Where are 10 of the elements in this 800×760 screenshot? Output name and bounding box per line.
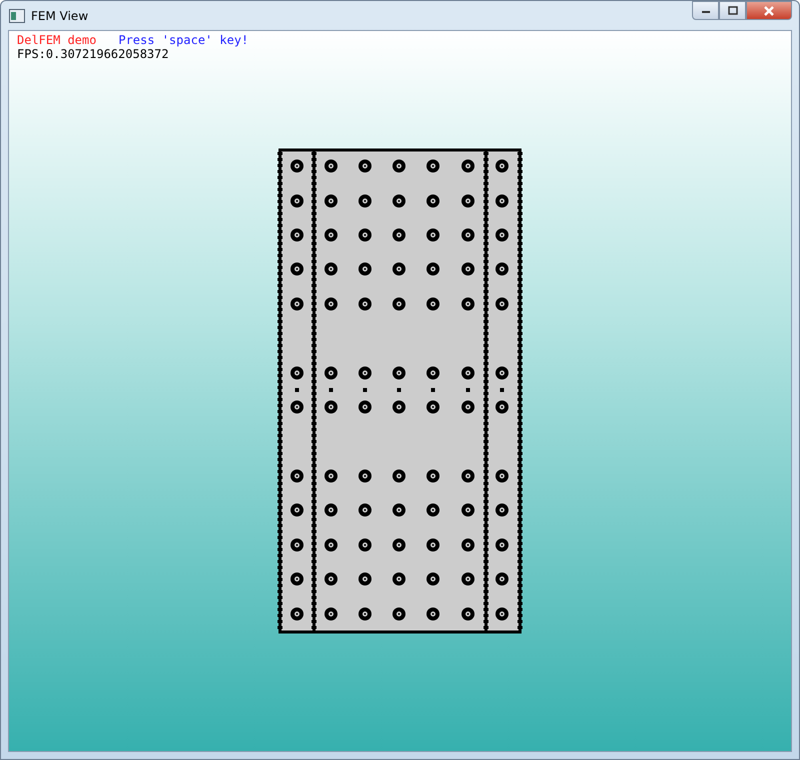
minimize-button[interactable] <box>692 1 719 20</box>
maximize-icon <box>728 6 738 15</box>
maximize-button[interactable] <box>719 1 746 20</box>
demo-label: DelFEM demo <box>17 33 96 47</box>
window-icon <box>9 8 25 22</box>
key-prompt: Press 'space' key! <box>118 33 249 47</box>
close-button[interactable] <box>746 1 792 20</box>
fps-readout: FPS:0.307219662058372 <box>17 47 169 61</box>
window-title: FEM View <box>31 8 88 22</box>
close-icon <box>763 6 775 16</box>
